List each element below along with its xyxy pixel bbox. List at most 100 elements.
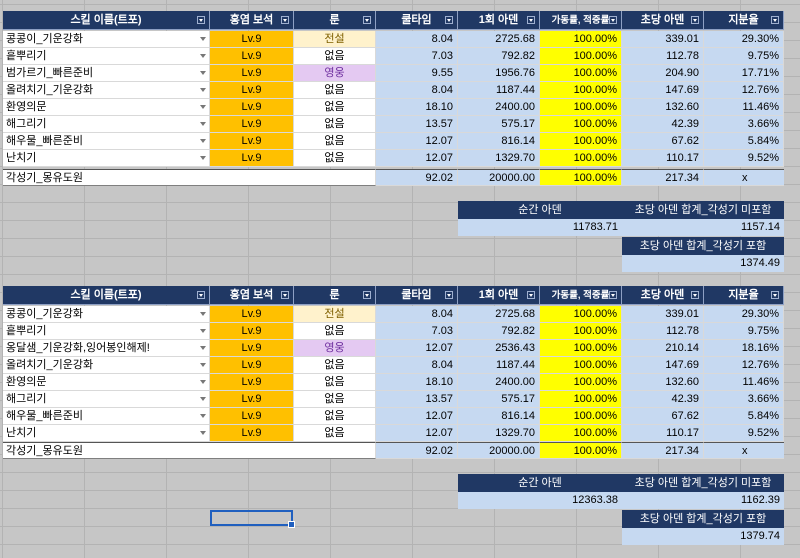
uptime-rate-cell[interactable]: 100.00% — [540, 374, 622, 391]
rune-cell[interactable]: 없음 — [294, 82, 376, 99]
dropdown-arrow-icon[interactable] — [200, 122, 206, 126]
skill-name-cell[interactable]: 올려치기_기운강화 — [3, 82, 210, 99]
gem-level-cell[interactable]: Lv.9 — [210, 150, 294, 167]
hit-damage-cell[interactable]: 1956.76 — [458, 65, 540, 82]
skill-name-cell[interactable]: 환영의문 — [3, 99, 210, 116]
uptime-rate-cell[interactable]: 100.00% — [540, 425, 622, 442]
hit-damage-cell[interactable]: 2400.00 — [458, 374, 540, 391]
dps-cell[interactable]: 204.90 — [622, 65, 704, 82]
share-cell[interactable]: 9.52% — [704, 150, 784, 167]
header-skill[interactable]: 스킬 이름(트포) — [3, 11, 210, 30]
dps-sum-incl-label[interactable]: 초당 아덴 합계_각성기 포함 — [622, 237, 784, 255]
cooldown-cell[interactable]: 12.07 — [376, 340, 458, 357]
gem-level-cell[interactable]: Lv.9 — [210, 323, 294, 340]
cooldown-cell[interactable]: 18.10 — [376, 99, 458, 116]
uptime-rate-cell[interactable]: 100.00% — [540, 408, 622, 425]
dps-cell[interactable]: 132.60 — [622, 99, 704, 116]
uptime-rate-cell[interactable]: 100.00% — [540, 391, 622, 408]
hit-damage-cell[interactable]: 2725.68 — [458, 306, 540, 323]
uptime-rate-cell[interactable]: 100.00% — [540, 357, 622, 374]
skill-name-cell[interactable]: 콩콩이_기운강화 — [3, 31, 210, 48]
gem-level-cell[interactable]: Lv.9 — [210, 306, 294, 323]
skill-name-cell[interactable]: 해우물_빠른준비 — [3, 408, 210, 425]
dps-sum-excl-label[interactable]: 초당 아덴 합계_각성기 미포함 — [622, 201, 784, 219]
cooldown-cell[interactable]: 8.04 — [376, 357, 458, 374]
dps-cell[interactable]: 147.69 — [622, 357, 704, 374]
dps-sum-excl-label[interactable]: 초당 아덴 합계_각성기 미포함 — [622, 474, 784, 492]
rune-cell[interactable]: 없음 — [294, 374, 376, 391]
share-cell[interactable]: 29.30% — [704, 306, 784, 323]
cooldown-cell[interactable]: 12.07 — [376, 150, 458, 167]
instant-dmg-label[interactable]: 순간 아덴 — [458, 474, 622, 492]
cooldown-cell[interactable]: 8.04 — [376, 31, 458, 48]
filter-icon[interactable] — [527, 291, 535, 299]
dropdown-arrow-icon[interactable] — [200, 37, 206, 41]
hit-damage-cell[interactable]: 575.17 — [458, 391, 540, 408]
summary-hit-cell[interactable]: 20000.00 — [458, 442, 540, 459]
summary-cooldown-cell[interactable]: 92.02 — [376, 169, 458, 186]
skill-name-cell[interactable]: 난치기 — [3, 150, 210, 167]
summary-name-cell[interactable]: 각성기_몽유도원 — [3, 169, 376, 186]
dps-cell[interactable]: 42.39 — [622, 391, 704, 408]
dps-cell[interactable]: 339.01 — [622, 306, 704, 323]
uptime-rate-cell[interactable]: 100.00% — [540, 340, 622, 357]
summary-cooldown-cell[interactable]: 92.02 — [376, 442, 458, 459]
cooldown-cell[interactable]: 7.03 — [376, 48, 458, 65]
share-cell[interactable]: 12.76% — [704, 82, 784, 99]
summary-rate-cell[interactable]: 100.00% — [540, 169, 622, 186]
filter-icon[interactable] — [363, 291, 371, 299]
filter-icon[interactable] — [445, 291, 453, 299]
rune-cell[interactable]: 영웅 — [294, 340, 376, 357]
filter-icon[interactable] — [609, 16, 617, 24]
rune-cell[interactable]: 없음 — [294, 408, 376, 425]
dps-cell[interactable]: 67.62 — [622, 408, 704, 425]
dps-cell[interactable]: 67.62 — [622, 133, 704, 150]
filter-icon[interactable] — [527, 16, 535, 24]
cooldown-cell[interactable]: 8.04 — [376, 82, 458, 99]
filter-icon[interactable] — [197, 291, 205, 299]
header-rune[interactable]: 룬 — [294, 11, 376, 30]
filter-icon[interactable] — [197, 16, 205, 24]
header-cooldown[interactable]: 쿨타임 — [376, 286, 458, 305]
filter-icon[interactable] — [609, 291, 617, 299]
filter-icon[interactable] — [281, 16, 289, 24]
instant-dmg-value[interactable]: 11783.71 — [458, 219, 622, 236]
gem-level-cell[interactable]: Lv.9 — [210, 65, 294, 82]
dropdown-arrow-icon[interactable] — [200, 312, 206, 316]
header-gem[interactable]: 홍염 보석 — [210, 286, 294, 305]
cooldown-cell[interactable]: 18.10 — [376, 374, 458, 391]
dps-cell[interactable]: 339.01 — [622, 31, 704, 48]
skill-name-cell[interactable]: 해우물_빠른준비 — [3, 133, 210, 150]
skill-name-cell[interactable]: 흩뿌리기 — [3, 323, 210, 340]
header-skill[interactable]: 스킬 이름(트포) — [3, 286, 210, 305]
share-cell[interactable]: 9.52% — [704, 425, 784, 442]
skill-name-cell[interactable]: 흩뿌리기 — [3, 48, 210, 65]
cooldown-cell[interactable]: 12.07 — [376, 133, 458, 150]
uptime-rate-cell[interactable]: 100.00% — [540, 99, 622, 116]
rune-cell[interactable]: 없음 — [294, 357, 376, 374]
rune-cell[interactable]: 전설 — [294, 306, 376, 323]
skill-name-cell[interactable]: 옹달샘_기운강화,잉어봉인해제! — [3, 340, 210, 357]
share-cell[interactable]: 5.84% — [704, 408, 784, 425]
header-hit[interactable]: 1회 아덴 — [458, 286, 540, 305]
dropdown-arrow-icon[interactable] — [200, 397, 206, 401]
rune-cell[interactable]: 없음 — [294, 323, 376, 340]
summary-share-cell[interactable]: x — [704, 169, 784, 186]
header-gem[interactable]: 홍염 보석 — [210, 11, 294, 30]
summary-hit-cell[interactable]: 20000.00 — [458, 169, 540, 186]
summary-share-cell[interactable]: x — [704, 442, 784, 459]
rune-cell[interactable]: 전설 — [294, 31, 376, 48]
skill-name-cell[interactable]: 올려치기_기운강화 — [3, 357, 210, 374]
gem-level-cell[interactable]: Lv.9 — [210, 82, 294, 99]
dropdown-arrow-icon[interactable] — [200, 329, 206, 333]
hit-damage-cell[interactable]: 1187.44 — [458, 357, 540, 374]
dropdown-arrow-icon[interactable] — [200, 156, 206, 160]
hit-damage-cell[interactable]: 816.14 — [458, 408, 540, 425]
hit-damage-cell[interactable]: 2536.43 — [458, 340, 540, 357]
header-share[interactable]: 지분율 — [704, 286, 784, 305]
hit-damage-cell[interactable]: 1187.44 — [458, 82, 540, 99]
gem-level-cell[interactable]: Lv.9 — [210, 99, 294, 116]
share-cell[interactable]: 11.46% — [704, 374, 784, 391]
dps-sum-excl-value[interactable]: 1162.39 — [622, 492, 784, 509]
header-dps[interactable]: 초당 아덴 — [622, 11, 704, 30]
